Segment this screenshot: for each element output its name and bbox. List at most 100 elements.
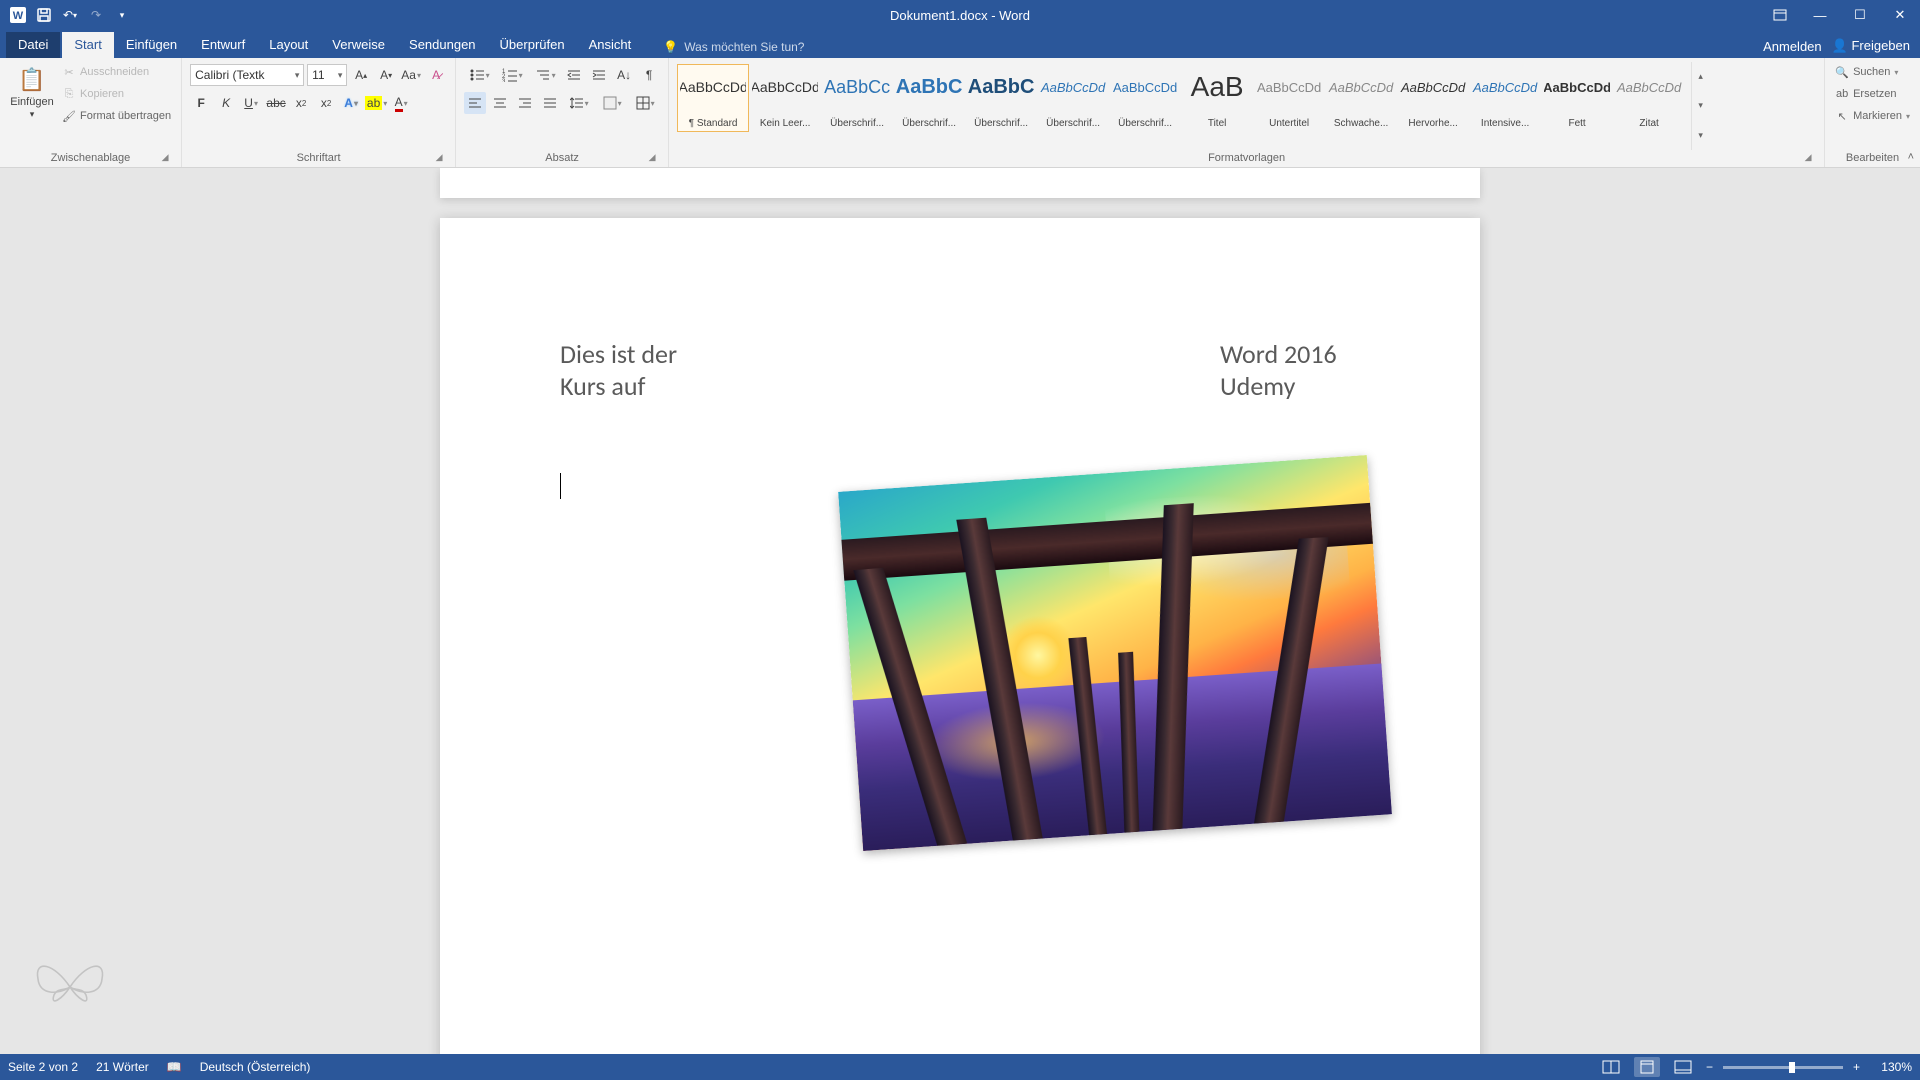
style-item-9[interactable]: AaBbCcDdSchwache... (1325, 64, 1397, 132)
font-color-button[interactable]: A▾ (390, 92, 412, 114)
numbering-button[interactable]: 123▾ (497, 64, 527, 86)
underline-button[interactable]: U▾ (240, 92, 262, 114)
format-painter-button[interactable]: 🖌Format übertragen (60, 106, 173, 126)
tab-verweise[interactable]: Verweise (320, 32, 397, 58)
strikethrough-button[interactable]: abc (265, 92, 287, 114)
increase-indent-button[interactable] (588, 64, 610, 86)
style-item-0[interactable]: AaBbCcDd¶ Standard (677, 64, 749, 132)
status-language[interactable]: Deutsch (Österreich) (200, 1060, 311, 1074)
brush-icon: 🖌 (62, 110, 76, 123)
multilevel-list-button[interactable]: ▾ (530, 64, 560, 86)
gallery-down-button[interactable]: ▾ (1692, 91, 1709, 120)
show-marks-button[interactable]: ¶ (638, 64, 660, 86)
decrease-indent-button[interactable] (563, 64, 585, 86)
style-item-6[interactable]: AaBbCcDdÜberschrif... (1109, 64, 1181, 132)
cut-button[interactable]: ✂Ausschneiden (60, 62, 173, 82)
collapse-ribbon-button[interactable]: ˄ (1908, 151, 1914, 163)
status-word-count[interactable]: 21 Wörter (96, 1060, 149, 1074)
close-button[interactable]: ✕ (1880, 0, 1920, 30)
document-area[interactable]: Dies ist der Kurs auf Word 2016 Udemy (0, 168, 1920, 1054)
style-item-4[interactable]: AaBbCÜberschrif... (965, 64, 1037, 132)
maximize-button[interactable]: ☐ (1840, 0, 1880, 30)
tell-me-search[interactable]: 💡 Was möchten Sie tun? (663, 40, 804, 58)
share-button[interactable]: 👤 Freigeben (1832, 38, 1910, 54)
tab-entwurf[interactable]: Entwurf (189, 32, 257, 58)
style-item-12[interactable]: AaBbCcDdFett (1541, 64, 1613, 132)
zoom-out-button[interactable]: − (1706, 1060, 1713, 1074)
bullets-button[interactable]: ▾ (464, 64, 494, 86)
tab-start[interactable]: Start (62, 32, 113, 58)
style-item-1[interactable]: AaBbCcDdKein Leer... (749, 64, 821, 132)
justify-button[interactable] (539, 92, 561, 114)
shrink-font-button[interactable]: A▾ (375, 64, 397, 86)
style-item-8[interactable]: AaBbCcDdUntertitel (1253, 64, 1325, 132)
font-name-combo[interactable]: ▾ (190, 64, 304, 86)
align-center-button[interactable] (489, 92, 511, 114)
line-spacing-button[interactable]: ▾ (564, 92, 594, 114)
style-item-7[interactable]: AaBTitel (1181, 64, 1253, 132)
find-button[interactable]: 🔍Suchen ▾ (1833, 62, 1912, 82)
zoom-level[interactable]: 130% (1870, 1060, 1912, 1074)
bold-button[interactable]: F (190, 92, 212, 114)
borders-button[interactable]: ▾ (630, 92, 660, 114)
document-page[interactable]: Dies ist der Kurs auf Word 2016 Udemy (440, 218, 1480, 1054)
ribbon-display-options[interactable] (1760, 0, 1800, 30)
text-effects-button[interactable]: A▾ (340, 92, 362, 114)
change-case-button[interactable]: Aa▾ (400, 64, 422, 86)
tab-layout[interactable]: Layout (257, 32, 320, 58)
align-right-button[interactable] (514, 92, 536, 114)
zoom-slider[interactable] (1723, 1066, 1843, 1069)
tab-sendungen[interactable]: Sendungen (397, 32, 488, 58)
document-text-left[interactable]: Dies ist der Kurs auf (560, 338, 700, 402)
paste-button[interactable]: 📋 Einfügen▾ (8, 62, 56, 150)
paragraph-dialog-launcher[interactable]: ◢ (646, 151, 658, 163)
style-item-11[interactable]: AaBbCcDdIntensive... (1469, 64, 1541, 132)
view-web-layout[interactable] (1670, 1057, 1696, 1077)
redo-button[interactable]: ↷ (86, 5, 106, 25)
document-text-right[interactable]: Word 2016 Udemy (1220, 338, 1360, 402)
sign-in-link[interactable]: Anmelden (1763, 39, 1822, 54)
sort-button[interactable]: A↓ (613, 64, 635, 86)
clear-formatting-button[interactable]: A̷ (425, 64, 447, 86)
font-dialog-launcher[interactable]: ◢ (433, 151, 445, 163)
shading-button[interactable]: ▾ (597, 92, 627, 114)
view-print-layout[interactable] (1634, 1057, 1660, 1077)
zoom-in-button[interactable]: + (1853, 1060, 1860, 1074)
group-paragraph: ▾ 123▾ ▾ A↓ ¶ ▾ ▾ ▾ Absatz◢ (456, 58, 669, 167)
group-editing: 🔍Suchen ▾ abErsetzen ↖Markieren ▾ Bearbe… (1825, 58, 1920, 167)
highlight-button[interactable]: ab▾ (365, 92, 387, 114)
grow-font-button[interactable]: A▴ (350, 64, 372, 86)
save-button[interactable] (34, 5, 54, 25)
gallery-more-button[interactable]: ▾ (1692, 121, 1709, 150)
tab-file[interactable]: Datei (6, 32, 60, 58)
undo-button[interactable]: ↶▾ (60, 5, 80, 25)
style-item-5[interactable]: AaBbCcDdÜberschrif... (1037, 64, 1109, 132)
style-item-3[interactable]: AaBbCÜberschrif... (893, 64, 965, 132)
copy-button[interactable]: ⎘Kopieren (60, 84, 173, 104)
document-image[interactable] (838, 455, 1392, 851)
group-clipboard-label: Zwischenablage (51, 152, 131, 164)
tab-ansicht[interactable]: Ansicht (577, 32, 644, 58)
title-bar: W ↶▾ ↷ ▾ Dokument1.docx - Word — ☐ ✕ (0, 0, 1920, 30)
align-left-button[interactable] (464, 92, 486, 114)
status-proofing-icon[interactable]: 📖 (167, 1060, 182, 1074)
tab-einfuegen[interactable]: Einfügen (114, 32, 189, 58)
tab-ueberpruefen[interactable]: Überprüfen (488, 32, 577, 58)
superscript-button[interactable]: x2 (315, 92, 337, 114)
subscript-button[interactable]: x2 (290, 92, 312, 114)
replace-button[interactable]: abErsetzen (1833, 84, 1912, 104)
clipboard-dialog-launcher[interactable]: ◢ (159, 151, 171, 163)
minimize-button[interactable]: — (1800, 0, 1840, 30)
select-button[interactable]: ↖Markieren ▾ (1833, 106, 1912, 126)
view-read-mode[interactable] (1598, 1057, 1624, 1077)
qat-customize[interactable]: ▾ (112, 5, 132, 25)
font-size-combo[interactable]: ▾ (307, 64, 347, 86)
style-item-10[interactable]: AaBbCcDdHervorhe... (1397, 64, 1469, 132)
styles-dialog-launcher[interactable]: ◢ (1802, 151, 1814, 163)
style-item-13[interactable]: AaBbCcDdZitat (1613, 64, 1685, 132)
style-item-2[interactable]: AaBbCcÜberschrif... (821, 64, 893, 132)
status-page[interactable]: Seite 2 von 2 (8, 1060, 78, 1074)
italic-button[interactable]: K (215, 92, 237, 114)
search-icon: 🔍 (1835, 66, 1849, 79)
gallery-up-button[interactable]: ▴ (1692, 62, 1709, 91)
